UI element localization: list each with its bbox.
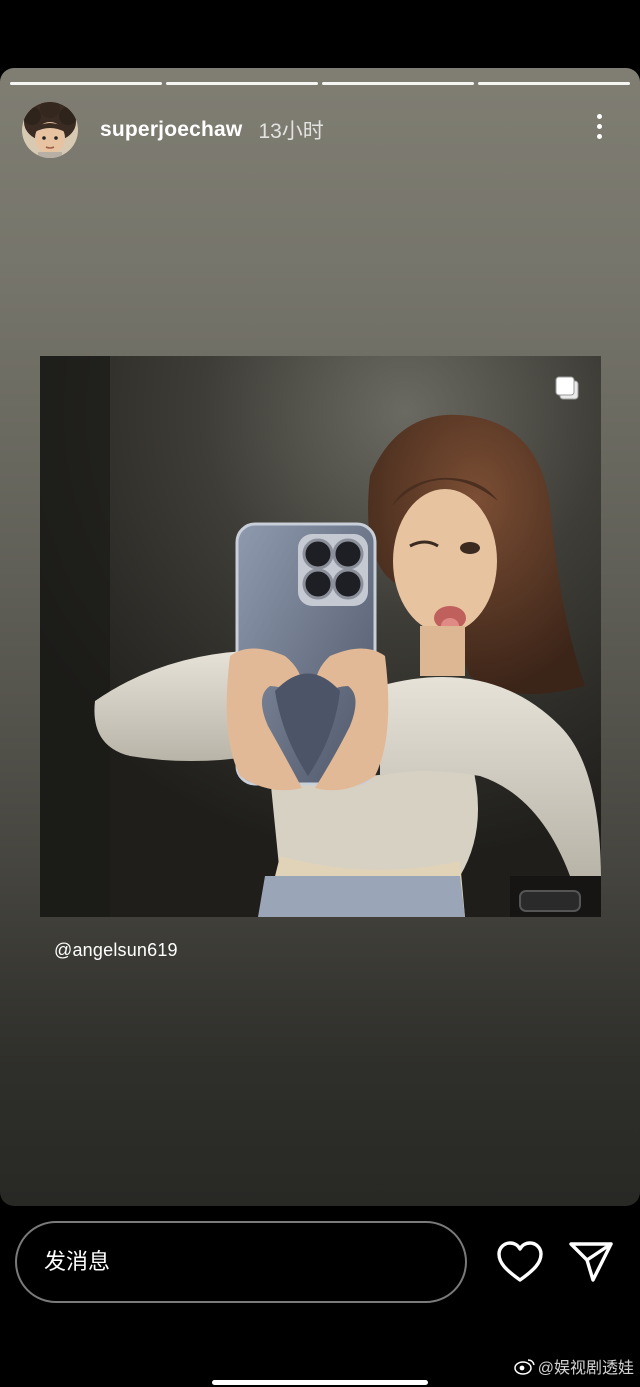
- story-header: superjoechaw 13小时: [22, 102, 618, 158]
- home-indicator[interactable]: [212, 1380, 428, 1385]
- weibo-logo-icon: [514, 1359, 535, 1375]
- send-icon[interactable]: [568, 1240, 614, 1284]
- screen: superjoechaw 13小时 @angelsun619 发消息 @娱视剧透…: [0, 0, 640, 1387]
- progress-segment: [10, 82, 162, 85]
- watermark-text: @娱视剧透娃: [537, 1360, 634, 1377]
- mention-tag[interactable]: @angelsun619: [54, 940, 178, 961]
- story-timestamp: 13小时: [258, 120, 324, 143]
- profile-avatar[interactable]: [22, 102, 78, 158]
- progress-segment: [478, 82, 630, 85]
- story-view[interactable]: superjoechaw 13小时 @angelsun619: [0, 68, 640, 1206]
- reply-bar: 发消息 @娱视剧透娃: [0, 1206, 640, 1387]
- story-progress-bar: [10, 82, 630, 85]
- weibo-watermark: @娱视剧透娃: [514, 1354, 634, 1378]
- multiple-photos-icon: [555, 376, 579, 400]
- heart-icon[interactable]: [496, 1240, 544, 1284]
- shared-post-image[interactable]: [40, 356, 601, 917]
- more-vertical-icon[interactable]: [594, 114, 604, 146]
- send-message-input[interactable]: 发消息: [15, 1221, 467, 1303]
- progress-segment: [322, 82, 474, 85]
- progress-segment: [166, 82, 318, 85]
- story-username[interactable]: superjoechaw: [100, 118, 242, 142]
